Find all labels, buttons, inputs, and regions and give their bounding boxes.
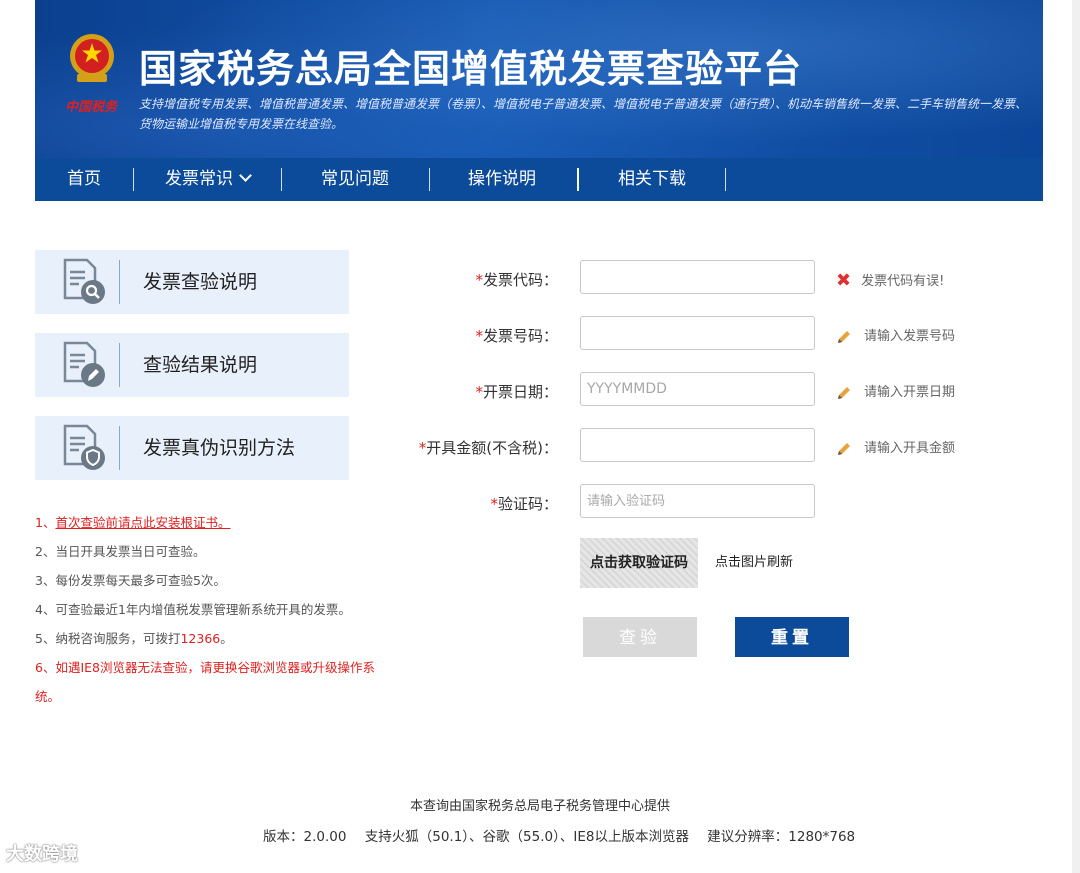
query-button[interactable]: 查验: [583, 617, 697, 657]
page-title: 国家税务总局全国增值税发票查验平台: [139, 47, 803, 91]
card-label: 发票查验说明: [143, 271, 258, 293]
required-mark: *: [490, 495, 498, 513]
required-mark: *: [475, 383, 483, 401]
install-root-cert-link[interactable]: 首次查验前请点此安装根证书。: [55, 515, 230, 530]
chevron-down-icon: [239, 169, 252, 182]
page-subtitle: 支持增值税专用发票、增值税普通发票、增值税普通发票（卷票）、增值税电子普通发票、…: [139, 97, 1028, 131]
note-suffix: 。: [220, 631, 233, 646]
hotline-number: 12366: [180, 631, 221, 646]
pencil-icon: [838, 386, 850, 399]
card-invoice-check-guide[interactable]: 发票查验说明: [35, 250, 349, 314]
invoice-code-input[interactable]: [580, 260, 815, 294]
card-divider: [119, 343, 120, 387]
invoice-code-hint: ✖ 发票代码有误!: [836, 269, 945, 291]
footer-version: 版本：2.0.00: [263, 829, 347, 845]
card-authenticity-methods[interactable]: 发票真伪识别方法: [35, 416, 349, 480]
nav-divider: [577, 168, 579, 191]
pencil-icon: [838, 442, 850, 455]
field-label-text: 发票号码：: [482, 327, 558, 345]
required-mark: *: [475, 271, 483, 289]
invoice-amount-input[interactable]: [580, 428, 815, 462]
hint-text: 请输入发票号码: [864, 329, 956, 344]
pencil-icon: [838, 330, 850, 343]
nav-knowledge-label: 发票常识: [165, 169, 233, 189]
hint-text: 请输入开票日期: [864, 385, 956, 400]
captcha-image[interactable]: 点击获取验证码: [580, 538, 698, 588]
note-item: 5、纳税咨询服务，可拨打12366。: [35, 624, 385, 653]
header-banner: 中国税务 国家税务总局全国增值税发票查验平台 支持增值税专用发票、增值税普通发票…: [35, 0, 1043, 158]
footer-resolution: 建议分辨率：1280*768: [707, 829, 856, 845]
card-check-result-guide[interactable]: 查验结果说明: [35, 333, 349, 397]
invoice-code-label: *发票代码：: [408, 269, 558, 290]
note-item: 6、如遇IE8浏览器无法查验，请更换谷歌浏览器或升级操作系统。: [35, 660, 375, 704]
invoice-number-input[interactable]: [580, 316, 815, 350]
nav-downloads-label: 相关下载: [618, 169, 686, 189]
hint-text: 发票代码有误!: [861, 274, 945, 289]
field-label-text: 验证码：: [497, 495, 558, 513]
doc-search-icon: [63, 258, 105, 304]
invoice-amount-hint: 请输入开具金额: [836, 437, 955, 457]
card-divider: [119, 260, 120, 304]
nav-divider: [429, 168, 430, 191]
invoice-number-label: *发票号码：: [408, 325, 558, 346]
footer-browsers: 支持火狐（50.1）、谷歌（55.0）、IE8以上版本浏览器: [364, 829, 689, 845]
footer-provider: 本查询由国家税务总局电子税务管理中心提供: [409, 799, 670, 814]
error-x-icon: ✖: [836, 270, 852, 291]
nav-home-label: 首页: [67, 169, 101, 189]
notes-list: 1、首次查验前请点此安装根证书。 2、当日开具发票当日可查验。 3、每份发票每天…: [35, 508, 385, 711]
captcha-input[interactable]: [580, 484, 815, 518]
note-item: 2、当日开具发票当日可查验。: [35, 544, 206, 559]
captcha-refresh-hint: 点击图片刷新: [715, 555, 794, 570]
nav-divider: [133, 168, 134, 191]
nav-item-instructions[interactable]: 操作说明: [447, 158, 557, 201]
invoice-amount-label: *开具金额(不含税)：: [408, 437, 558, 458]
card-label: 发票真伪识别方法: [143, 437, 296, 459]
note-item: 3、每份发票每天最多可查验5次。: [35, 573, 226, 588]
field-label-text: 开票日期：: [482, 383, 558, 401]
invoice-number-hint: 请输入发票号码: [836, 325, 955, 345]
national-emblem-icon: [70, 34, 114, 82]
nav-divider: [281, 168, 282, 191]
note-text: 5、纳税咨询服务，可拨打: [35, 631, 181, 646]
watermark: 大数跨境: [6, 844, 78, 865]
hint-text: 请输入开具金额: [864, 441, 956, 456]
page-scrollbar[interactable]: [1072, 0, 1080, 873]
invoice-date-input[interactable]: [580, 372, 815, 406]
invoice-date-label: *开票日期：: [408, 381, 558, 402]
reset-button[interactable]: 重置: [735, 617, 849, 657]
nav-item-downloads[interactable]: 相关下载: [597, 158, 707, 201]
doc-shield-icon: [63, 424, 105, 470]
main-nav: 首页 发票常识 常见问题 操作说明 相关下载: [35, 158, 1043, 201]
nav-item-faq[interactable]: 常见问题: [300, 158, 410, 201]
nav-item-invoice-knowledge[interactable]: 发票常识: [150, 158, 265, 201]
note-item: 1、首次查验前请点此安装根证书。: [35, 508, 385, 537]
nav-faq-label: 常见问题: [321, 169, 389, 189]
invoice-date-hint: 请输入开票日期: [836, 381, 955, 401]
note-item: 4、可查验最近1年内增值税发票管理新系统开具的发票。: [35, 602, 351, 617]
captcha-label: *验证码：: [408, 493, 558, 514]
note-prefix: 1、: [35, 515, 56, 530]
field-label-text: 开具金额(不含税)：: [426, 439, 558, 457]
doc-edit-icon: [63, 341, 105, 387]
emblem-caption: 中国税务: [65, 100, 118, 115]
card-label: 查验结果说明: [143, 354, 258, 376]
footer-info: 版本：2.0.00 支持火狐（50.1）、谷歌（55.0）、IE8以上版本浏览器…: [263, 825, 869, 845]
nav-divider: [725, 168, 726, 191]
required-mark: *: [475, 327, 483, 345]
card-divider: [119, 426, 120, 470]
field-label-text: 发票代码：: [482, 271, 558, 289]
nav-item-home[interactable]: 首页: [49, 158, 119, 201]
nav-instructions-label: 操作说明: [468, 169, 536, 189]
